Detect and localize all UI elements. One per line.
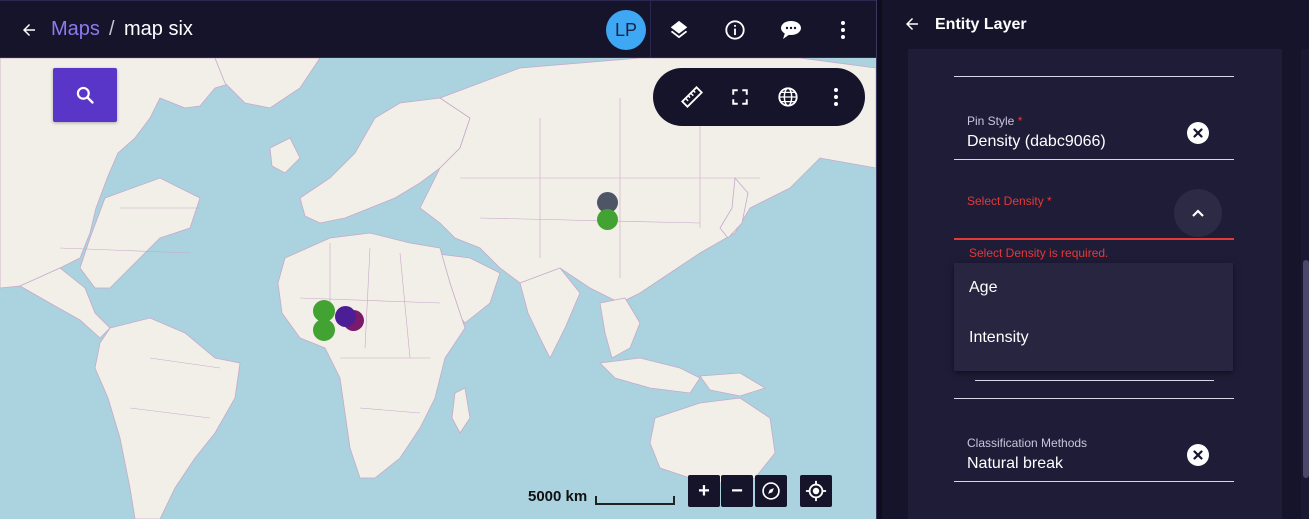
- close-icon: [1193, 128, 1203, 138]
- classification-methods-label: Classification Methods: [967, 436, 1088, 450]
- select-density-toggle[interactable]: [1174, 189, 1222, 237]
- ruler-icon: [681, 86, 703, 108]
- map-pin[interactable]: [313, 319, 335, 341]
- more-vertical-icon: [841, 21, 845, 39]
- breadcrumb-maps-link[interactable]: Maps: [51, 18, 100, 41]
- select-density-error: Select Density is required.: [969, 246, 1109, 260]
- pin-style-label: Pin Style *: [967, 114, 1023, 128]
- world-basemap: [0, 58, 876, 519]
- app-root: Maps / map six LP 5000 km + − Entity Lay…: [0, 0, 1309, 519]
- field-underline: [954, 398, 1234, 399]
- compass-button[interactable]: [755, 475, 787, 507]
- field-underline: [954, 159, 1234, 160]
- arrow-left-icon: [906, 18, 918, 30]
- map-pin[interactable]: [335, 306, 356, 327]
- map-more-button[interactable]: [822, 83, 850, 111]
- panel-back-button[interactable]: [898, 10, 926, 38]
- more-options-button[interactable]: [828, 15, 858, 45]
- page-title: map six: [124, 18, 193, 40]
- pin-style-clear-button[interactable]: [1187, 122, 1209, 144]
- user-avatar[interactable]: LP: [606, 10, 646, 50]
- arrow-left-icon: [23, 24, 35, 36]
- toolbar-divider: [650, 1, 651, 58]
- entity-layer-panel: Entity Layer Pin Style * Density (dabc90…: [882, 0, 1309, 519]
- search-icon: [76, 86, 94, 104]
- globe-icon: [778, 87, 798, 107]
- crosshair-icon: [805, 480, 827, 502]
- map-view[interactable]: 5000 km + −: [0, 58, 876, 519]
- zoom-out-button[interactable]: −: [721, 475, 753, 507]
- chat-bubble-icon: [781, 21, 801, 39]
- measure-button[interactable]: [678, 83, 706, 111]
- scale-bar: [595, 496, 675, 505]
- locate-button[interactable]: [800, 475, 832, 507]
- fullscreen-icon: [732, 89, 748, 105]
- breadcrumb-separator: /: [109, 18, 115, 40]
- panel-header: Entity Layer: [882, 0, 1309, 49]
- pin-style-value[interactable]: Density (dabc9066): [967, 133, 1106, 151]
- globe-button[interactable]: [774, 83, 802, 111]
- select-density-label: Select Density *: [967, 194, 1052, 208]
- select-density-underline: [954, 238, 1234, 240]
- top-bar: Maps / map six LP: [0, 0, 876, 58]
- fullscreen-button[interactable]: [726, 83, 754, 111]
- density-option-age[interactable]: Age: [969, 279, 997, 297]
- map-tools-pill: [653, 68, 865, 126]
- map-pin[interactable]: [597, 209, 618, 230]
- compass-icon: [762, 482, 780, 500]
- scale-label: 5000 km: [528, 488, 588, 505]
- field-underline: [975, 380, 1214, 381]
- panel-title: Entity Layer: [935, 16, 1027, 33]
- field-underline: [954, 76, 1234, 77]
- zoom-in-button[interactable]: +: [688, 475, 720, 507]
- close-icon: [1193, 450, 1203, 460]
- info-button[interactable]: [720, 15, 750, 45]
- field-underline: [954, 481, 1234, 482]
- classification-methods-value[interactable]: Natural break: [967, 455, 1063, 473]
- select-density-options: Age Intensity: [954, 263, 1233, 371]
- more-vertical-icon: [834, 88, 838, 106]
- density-option-intensity[interactable]: Intensity: [969, 329, 1029, 347]
- classification-clear-button[interactable]: [1187, 444, 1209, 466]
- map-search-button[interactable]: [53, 68, 117, 122]
- layers-button[interactable]: [664, 15, 694, 45]
- comments-button[interactable]: [776, 15, 806, 45]
- scrollbar-thumb[interactable]: [1303, 260, 1309, 478]
- back-button[interactable]: [14, 15, 44, 45]
- info-icon: [725, 20, 745, 40]
- chevron-up-icon: [1192, 209, 1204, 217]
- layers-icon: [670, 20, 688, 39]
